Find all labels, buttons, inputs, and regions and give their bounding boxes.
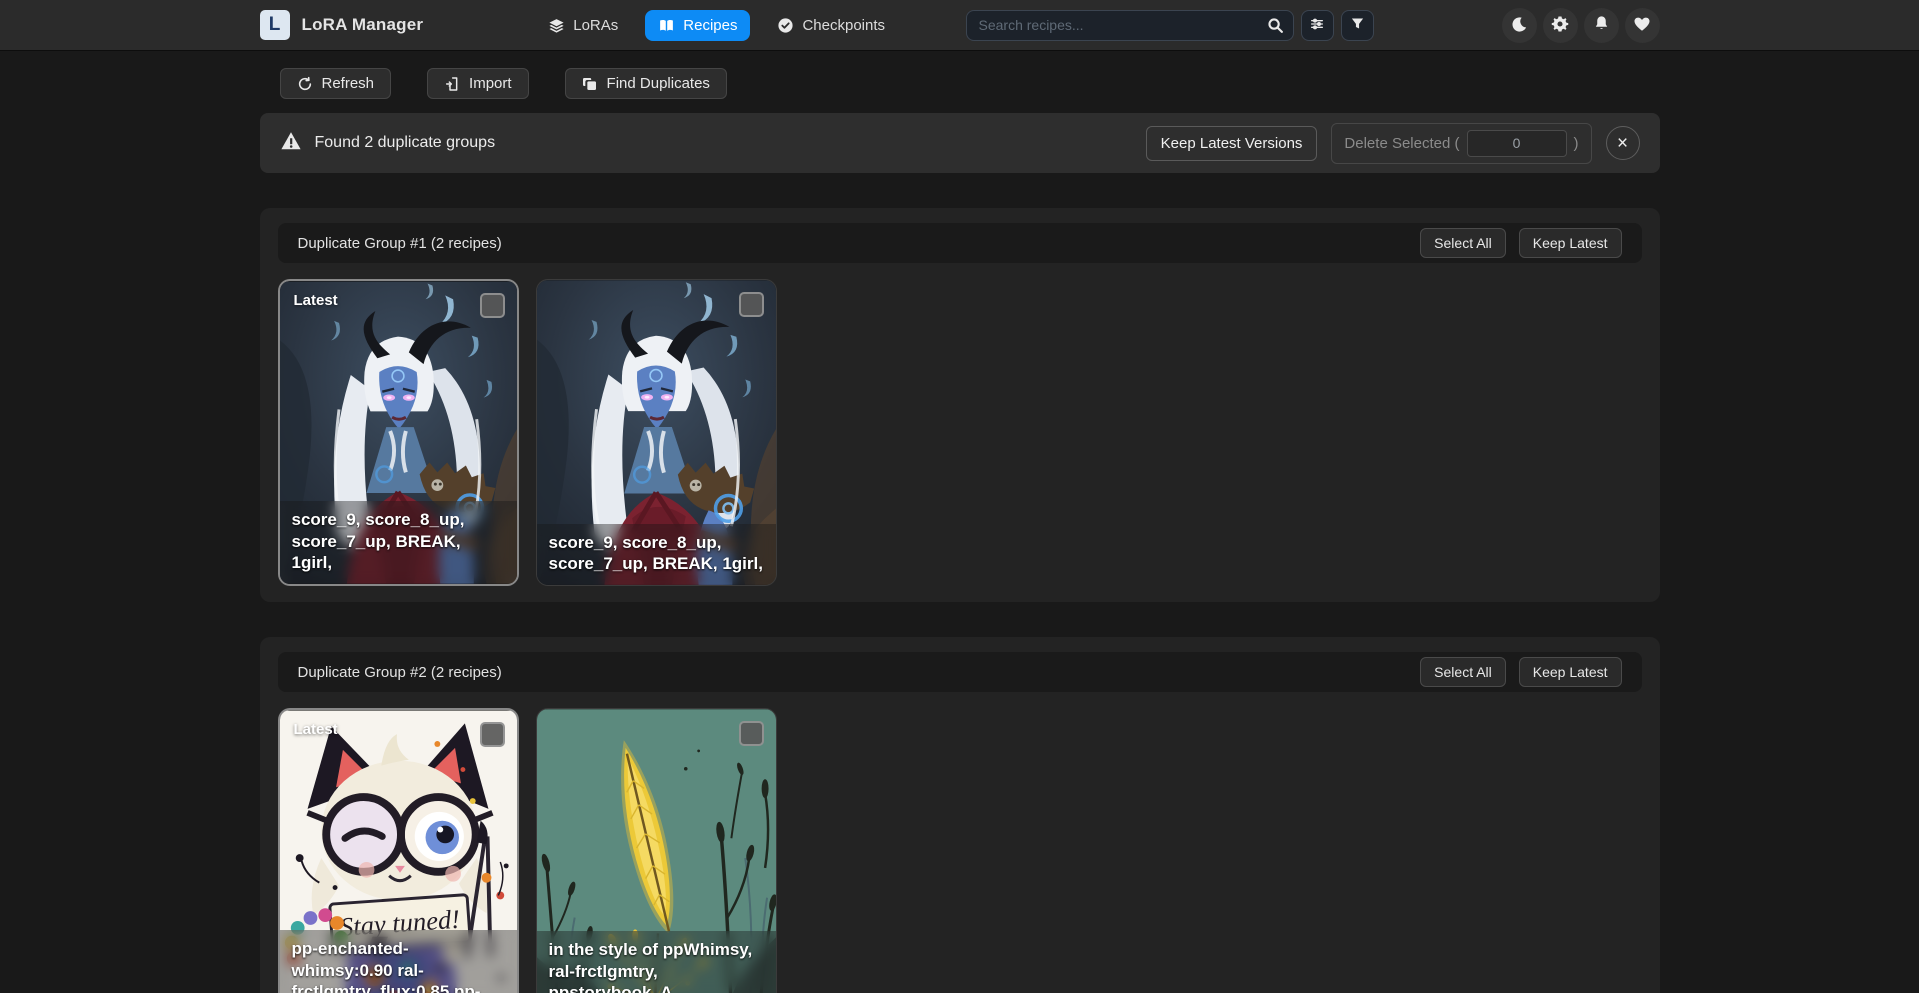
delete-selected-button[interactable]: Delete Selected ( ) — [1331, 123, 1591, 164]
import-label: Import — [469, 75, 512, 92]
delete-selected-suffix: ) — [1574, 135, 1579, 152]
group-title: Duplicate Group #1 (2 recipes) — [298, 235, 502, 252]
theme-toggle-button[interactable] — [1502, 8, 1537, 43]
recipe-caption: in the style of ppWhimsy, ral-frctlgmtry… — [537, 931, 776, 993]
tab-label: Checkpoints — [802, 17, 885, 34]
tab-recipes[interactable]: Recipes — [645, 10, 750, 41]
find-duplicates-button[interactable]: Find Duplicates — [565, 68, 727, 99]
latest-badge: Latest — [294, 292, 338, 309]
refresh-button[interactable]: Refresh — [280, 68, 392, 99]
import-icon — [444, 76, 460, 92]
app-brand[interactable]: L LoRA Manager — [260, 10, 424, 40]
layers-icon — [548, 17, 565, 34]
app-logo-icon: L — [260, 10, 290, 40]
bell-icon — [1593, 15, 1610, 35]
check-circle-icon — [777, 17, 794, 34]
search-group — [966, 10, 1374, 41]
moon-icon — [1510, 15, 1528, 36]
card-checkbox[interactable] — [739, 721, 764, 746]
warning-icon — [280, 130, 302, 157]
keep-latest-button[interactable]: Keep Latest — [1519, 657, 1622, 687]
support-button[interactable] — [1625, 8, 1660, 43]
group-1-header: Duplicate Group #1 (2 recipes) Select Al… — [278, 223, 1642, 263]
refresh-label: Refresh — [322, 75, 375, 92]
recipe-card[interactable]: in the style of ppWhimsy, ral-frctlgmtry… — [536, 708, 777, 993]
close-icon: × — [1617, 134, 1628, 153]
notifications-button[interactable] — [1584, 8, 1619, 43]
search-input[interactable] — [966, 10, 1294, 41]
search-icon[interactable] — [1267, 17, 1284, 39]
delete-selected-prefix: Delete Selected ( — [1344, 135, 1459, 152]
duplicate-group-1: Duplicate Group #1 (2 recipes) Select Al… — [260, 208, 1660, 602]
recipe-caption: score_9, score_8_up, score_7_up, BREAK, … — [537, 524, 776, 586]
recipe-card[interactable]: Latest pp-enchanted-whimsy:0.90 ral-frct… — [278, 708, 519, 993]
close-banner-button[interactable]: × — [1606, 126, 1640, 160]
main-nav: LoRAs Recipes Checkpoints — [535, 10, 898, 41]
heart-icon — [1633, 15, 1651, 36]
sliders-icon — [1309, 16, 1325, 35]
latest-badge: Latest — [294, 721, 338, 738]
tab-loras[interactable]: LoRAs — [535, 10, 631, 41]
recipes-toolbar: Refresh Import Find Duplicates — [260, 50, 1660, 99]
recipe-card[interactable]: Latest score_9, score_8_up, score_7_up, … — [278, 279, 519, 586]
select-all-button[interactable]: Select All — [1420, 228, 1506, 258]
selected-count-input[interactable] — [1467, 130, 1567, 157]
card-checkbox[interactable] — [739, 292, 764, 317]
recipe-caption: pp-enchanted-whimsy:0.90 ral-frctlgmtry_… — [280, 930, 517, 993]
find-duplicates-label: Find Duplicates — [607, 75, 710, 92]
filter-button[interactable] — [1341, 10, 1374, 41]
select-all-button[interactable]: Select All — [1420, 657, 1506, 687]
header-actions — [1502, 8, 1660, 43]
group-title: Duplicate Group #2 (2 recipes) — [298, 664, 502, 681]
card-checkbox[interactable] — [480, 722, 505, 747]
refresh-icon — [297, 76, 313, 92]
settings-button[interactable] — [1543, 8, 1578, 43]
top-navbar: L LoRA Manager LoRAs Recipes C — [0, 0, 1919, 50]
keep-latest-versions-button[interactable]: Keep Latest Versions — [1146, 126, 1318, 161]
page-content: Refresh Import Find Duplicates Found 2 d… — [260, 50, 1660, 993]
duplicates-banner: Found 2 duplicate groups Keep Latest Ver… — [260, 113, 1660, 173]
funnel-icon — [1350, 16, 1365, 34]
gear-icon — [1551, 15, 1569, 36]
group-2-header: Duplicate Group #2 (2 recipes) Select Al… — [278, 652, 1642, 692]
banner-message: Found 2 duplicate groups — [315, 134, 496, 152]
open-book-icon — [658, 17, 675, 34]
tab-label: LoRAs — [573, 17, 618, 34]
recipe-card[interactable]: score_9, score_8_up, score_7_up, BREAK, … — [536, 279, 777, 586]
app-title: LoRA Manager — [302, 15, 424, 35]
recipe-caption: score_9, score_8_up, score_7_up, BREAK, … — [280, 501, 517, 584]
tab-label: Recipes — [683, 17, 737, 34]
duplicates-icon — [582, 76, 598, 92]
duplicate-group-2: Duplicate Group #2 (2 recipes) Select Al… — [260, 637, 1660, 993]
keep-latest-button[interactable]: Keep Latest — [1519, 228, 1622, 258]
logo-letter: L — [269, 14, 281, 36]
tab-checkpoints[interactable]: Checkpoints — [764, 10, 898, 41]
search-options-button[interactable] — [1301, 10, 1334, 41]
import-button[interactable]: Import — [427, 68, 529, 99]
card-checkbox[interactable] — [480, 293, 505, 318]
